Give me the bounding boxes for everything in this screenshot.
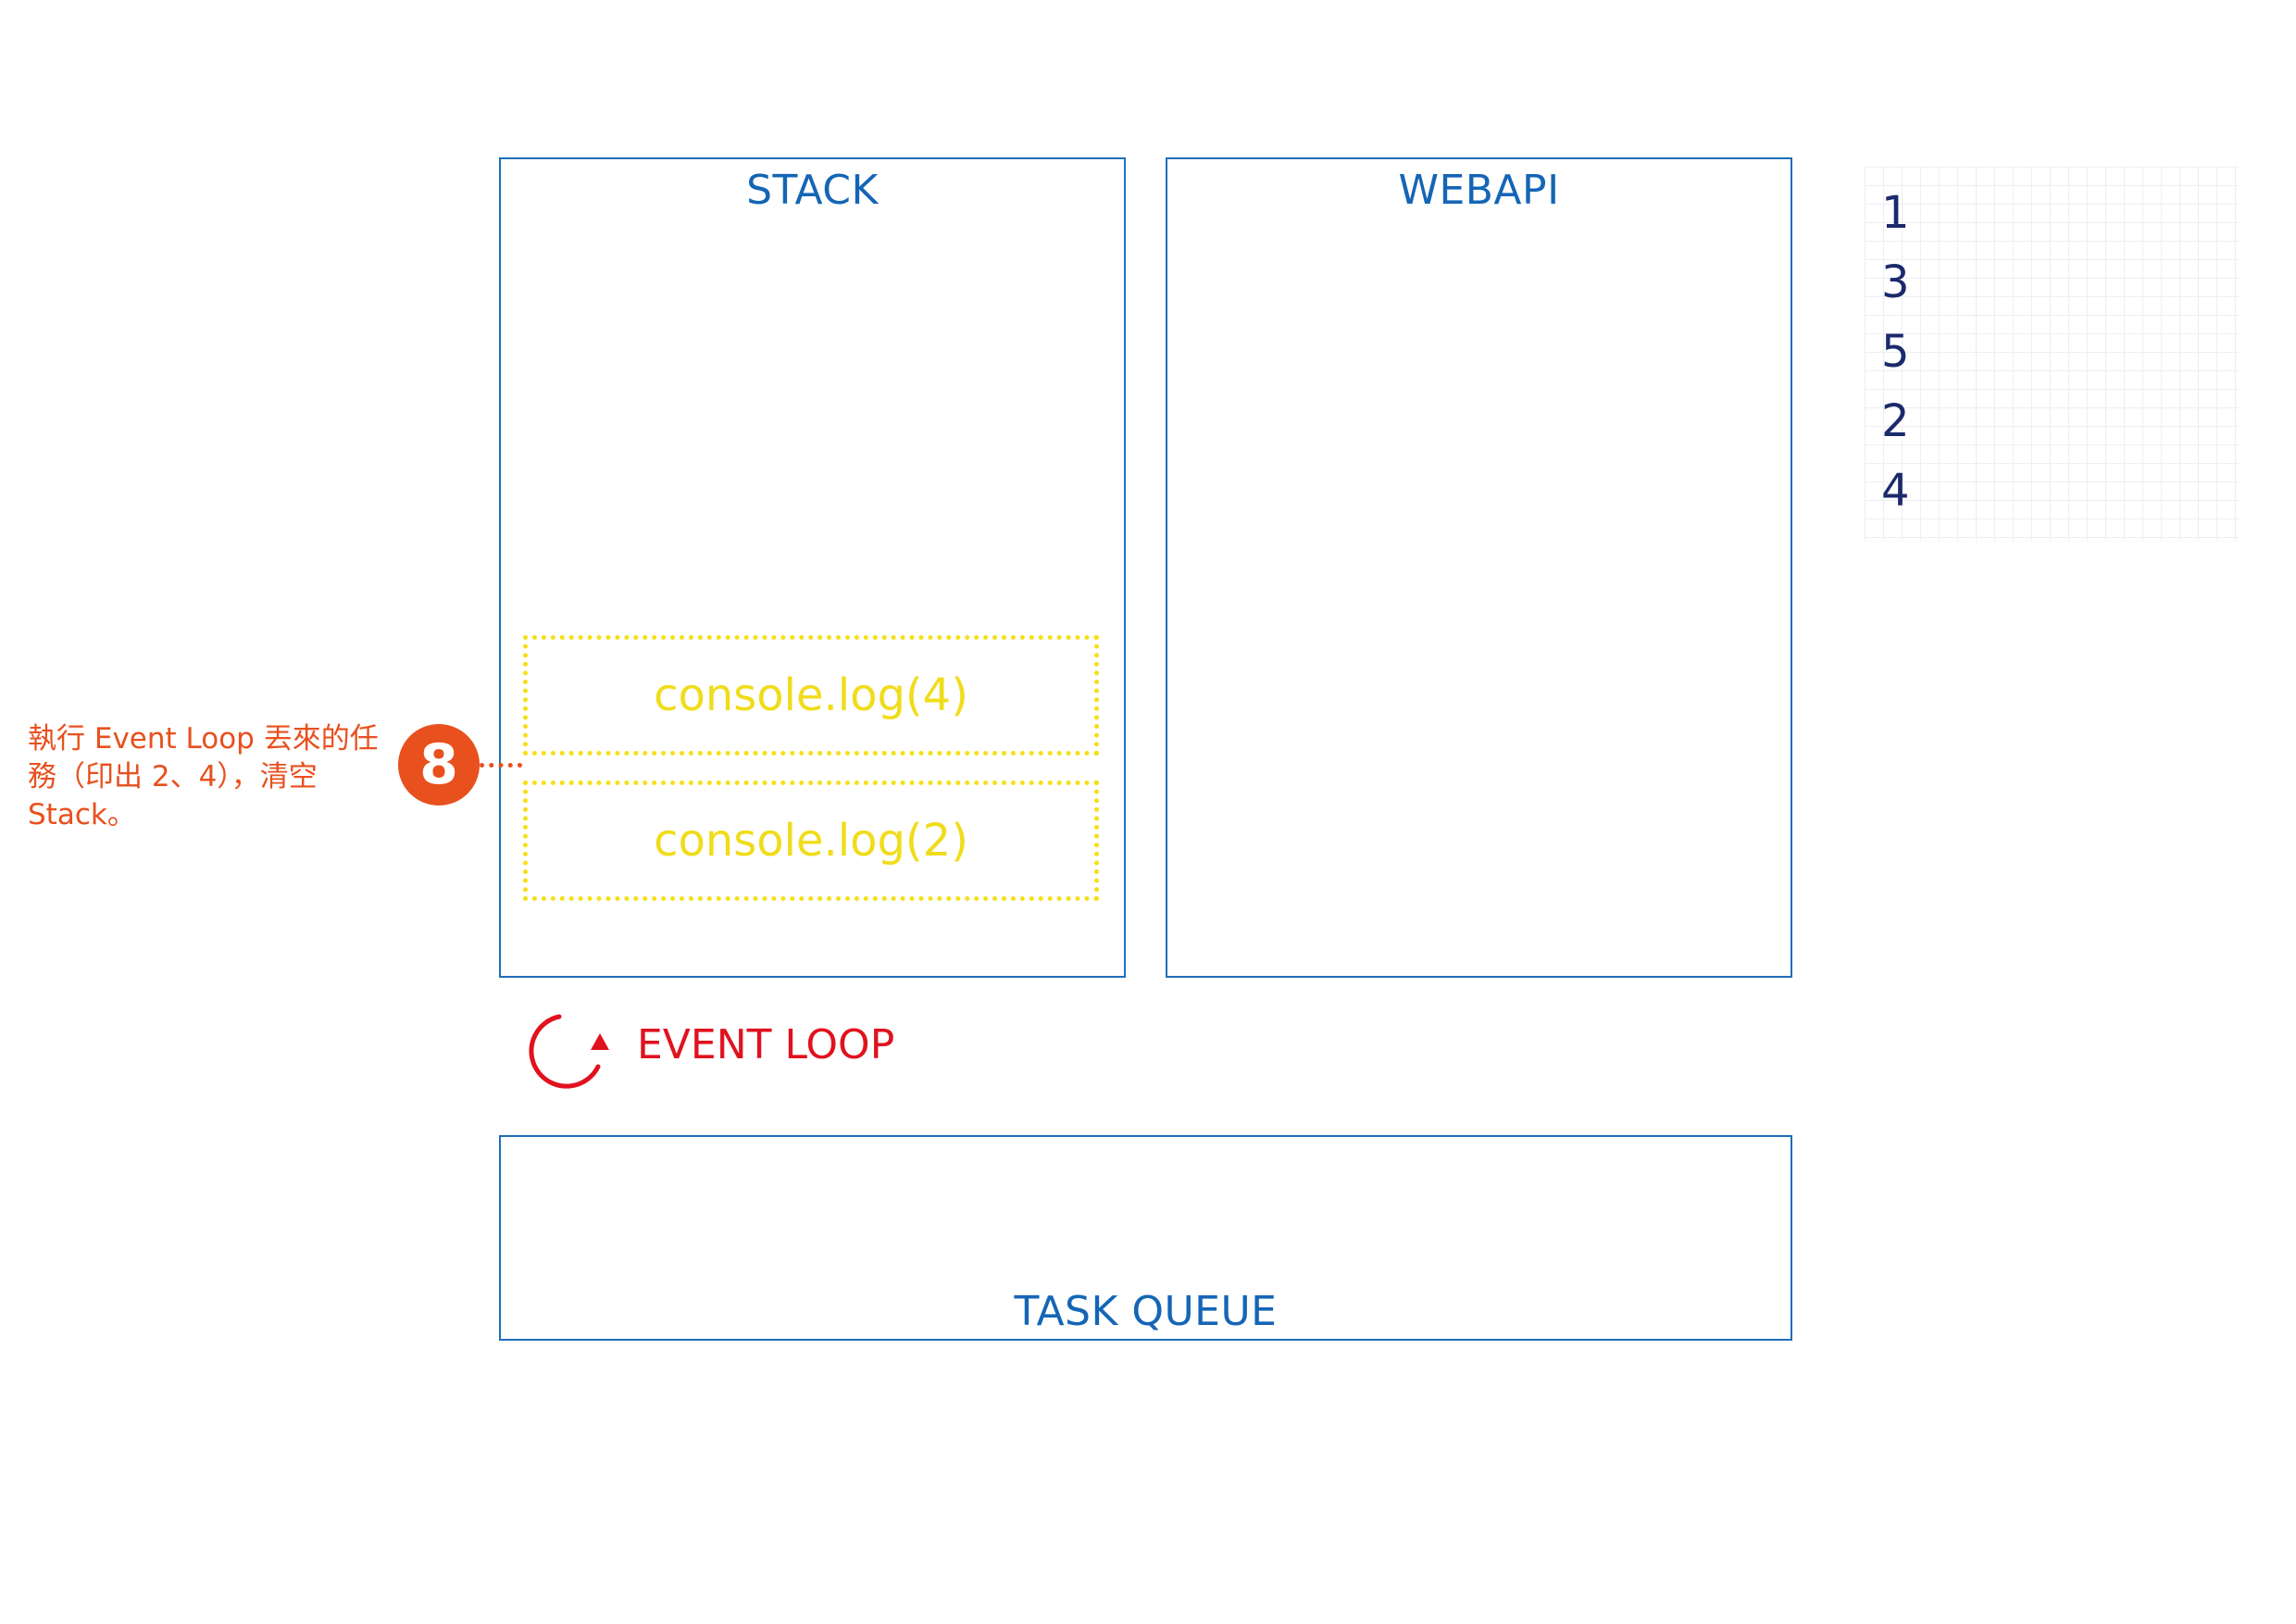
output-line: 3 (1881, 256, 1910, 308)
task-queue-panel: TASK QUEUE (499, 1135, 1792, 1341)
stack-frame: console.log(4) (523, 635, 1099, 756)
step-note: 執行 Event Loop 丟來的任 務（印出 2、4），清空 Stack。 (28, 722, 379, 831)
output-line: 4 (1881, 465, 1910, 517)
stack-frame-label: console.log(2) (654, 815, 968, 867)
event-loop-label: EVENT LOOP (637, 1021, 895, 1068)
stack-frame: console.log(2) (523, 781, 1099, 901)
circular-arrow-icon (529, 1014, 609, 1089)
console-output-panel: 1 3 5 2 4 (1865, 167, 2239, 541)
webapi-panel: WEBAPI (1166, 157, 1792, 978)
stack-frame-label: console.log(4) (654, 669, 968, 721)
output-line: 1 (1881, 187, 1910, 239)
output-line: 2 (1881, 395, 1910, 447)
stack-title: STACK (746, 167, 879, 214)
output-line: 5 (1881, 326, 1910, 378)
task-queue-title: TASK QUEUE (1014, 1288, 1278, 1335)
step-connector (480, 763, 522, 768)
step-badge: 8 (398, 724, 480, 806)
webapi-title: WEBAPI (1398, 167, 1560, 214)
